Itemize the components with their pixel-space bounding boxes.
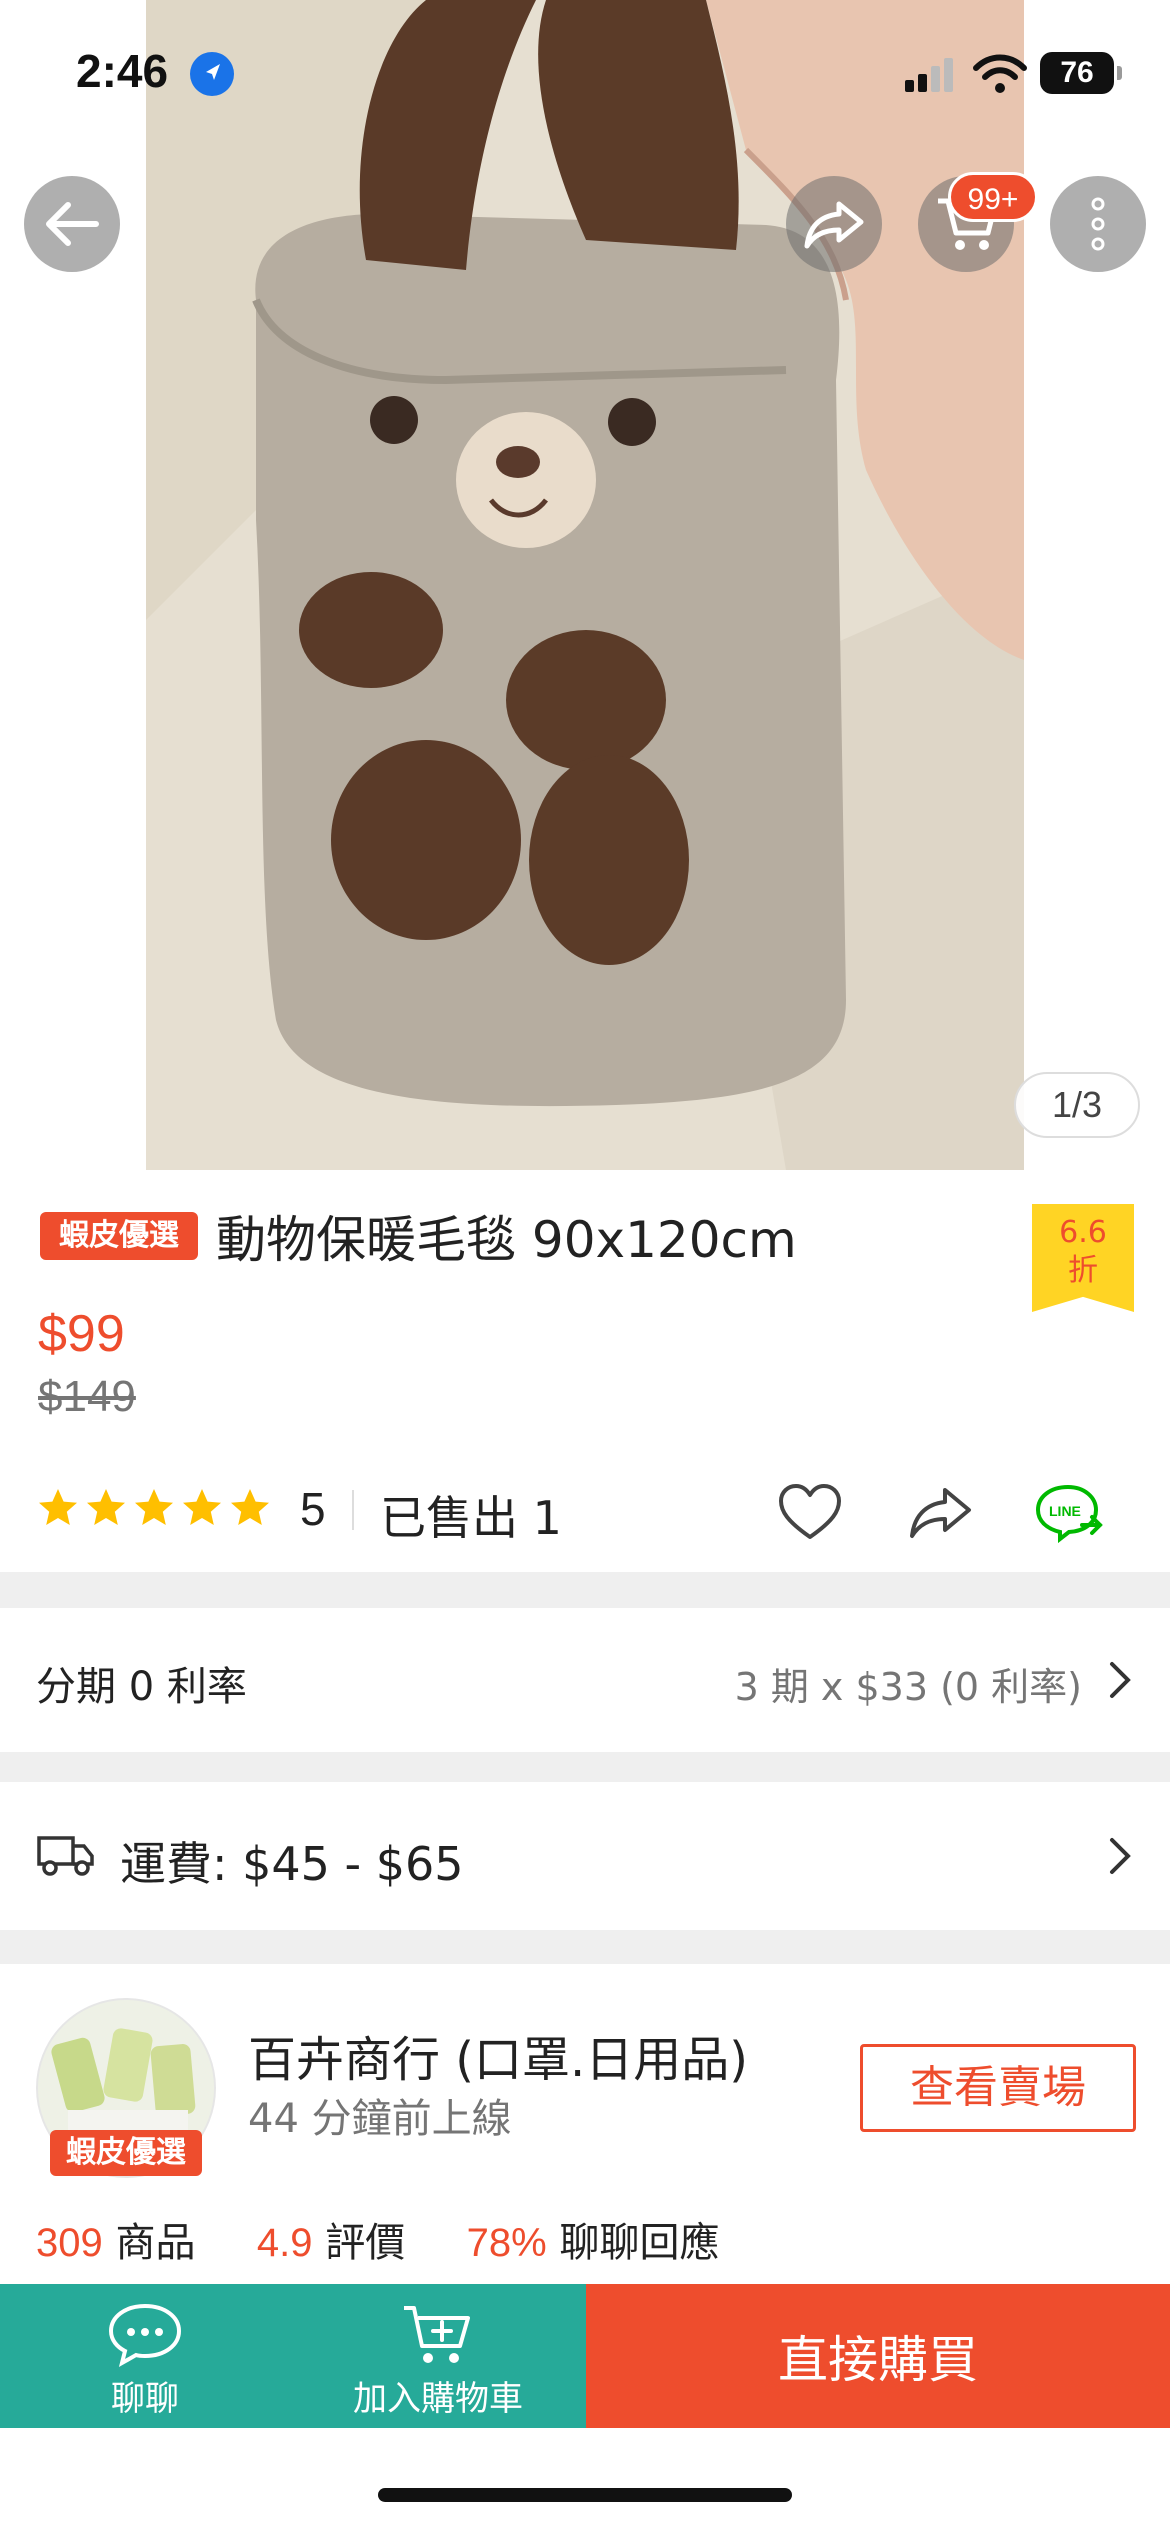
discount-unit: 折 bbox=[1068, 1253, 1098, 1288]
shop-products-label: 商品 bbox=[115, 2220, 196, 2266]
like-button[interactable] bbox=[774, 1478, 846, 1546]
star-icon bbox=[135, 1489, 173, 1525]
shop-name[interactable]: 百卉商行 (口罩.日用品) bbox=[248, 2020, 748, 2090]
shop-stats: 309 商品 4.9 評價 78% 聊聊回應 bbox=[36, 2210, 719, 2268]
star-icon bbox=[39, 1489, 77, 1525]
rating-stars bbox=[36, 1486, 272, 1530]
chevron-right-icon bbox=[1110, 1662, 1131, 1698]
product-photo bbox=[146, 0, 1024, 1170]
section-divider bbox=[0, 1930, 1170, 1964]
shop-rating-label: 評價 bbox=[325, 2220, 406, 2266]
add-to-cart-button[interactable]: 加入購物車 bbox=[290, 2284, 586, 2428]
rating-divider bbox=[352, 1490, 354, 1530]
back-button[interactable] bbox=[24, 176, 120, 272]
current-price: $99 bbox=[38, 1305, 125, 1363]
share-button[interactable] bbox=[786, 176, 882, 272]
line-share-icon: LINE bbox=[1035, 1484, 1103, 1543]
discount-value: 6.6 bbox=[1059, 1215, 1107, 1250]
installment-value: 3 期 x $33 (0 利率) bbox=[734, 1665, 1082, 1709]
sold-count: 已售出 1 bbox=[380, 1491, 562, 1545]
discount-tag: 6.6 折 bbox=[1032, 1204, 1134, 1312]
view-shop-button[interactable]: 查看賣場 bbox=[860, 2044, 1136, 2132]
add-to-cart-icon bbox=[404, 2306, 470, 2363]
buy-now-button[interactable]: 直接購買 bbox=[586, 2284, 1170, 2428]
shop-response-label: 聊聊回應 bbox=[559, 2220, 720, 2266]
installment-row[interactable]: 分期 0 利率 3 期 x $33 (0 利率) bbox=[0, 1608, 1170, 1752]
chat-bubble-icon bbox=[108, 2303, 182, 2368]
heart-icon bbox=[779, 1484, 841, 1539]
product-title: 動物保暖毛毯 90x120cm bbox=[216, 1211, 797, 1269]
original-price: $149 bbox=[38, 1372, 136, 1421]
chat-label: 聊聊 bbox=[111, 2379, 179, 2419]
share-product-button[interactable] bbox=[904, 1478, 976, 1546]
bottom-action-bar: 聊聊 加入購物車 直接購買 bbox=[0, 2284, 1170, 2428]
home-indicator[interactable] bbox=[378, 2488, 792, 2502]
status-time: 2:46 bbox=[76, 45, 169, 97]
shop-rating-value: 4.9 bbox=[256, 2221, 313, 2265]
signal-icon bbox=[905, 56, 957, 92]
shop-products-count: 309 bbox=[36, 2221, 103, 2265]
battery-icon: 76 bbox=[1040, 52, 1122, 94]
shop-last-online: 44 分鐘前上線 bbox=[248, 2096, 512, 2142]
section-divider bbox=[0, 1752, 1170, 1782]
star-icon bbox=[183, 1489, 221, 1525]
truck-icon bbox=[37, 1836, 94, 1876]
share-icon bbox=[910, 1488, 971, 1538]
shop-response-rate: 78% bbox=[466, 2221, 547, 2265]
cart-count-badge: 99+ bbox=[948, 172, 1038, 222]
wifi-icon bbox=[972, 52, 1028, 96]
location-arrow-icon bbox=[190, 52, 234, 96]
shipping-fee: 運費: $45 - $65 bbox=[120, 1837, 464, 1891]
preferred-badge: 蝦皮優選 bbox=[40, 1212, 198, 1260]
rating-value: 5 bbox=[300, 1483, 326, 1535]
shipping-row[interactable]: 運費: $45 - $65 bbox=[0, 1782, 1170, 1930]
share-icon bbox=[804, 201, 864, 249]
chat-button[interactable]: 聊聊 bbox=[0, 2284, 290, 2428]
star-icon bbox=[87, 1489, 125, 1525]
chevron-right-icon bbox=[1110, 1838, 1131, 1874]
line-share-button[interactable]: LINE bbox=[1034, 1478, 1106, 1546]
image-counter: 1/3 bbox=[1014, 1072, 1140, 1138]
shop-preferred-badge: 蝦皮優選 bbox=[50, 2130, 202, 2176]
installment-label: 分期 0 利率 bbox=[36, 1664, 247, 1710]
add-to-cart-label: 加入購物車 bbox=[353, 2379, 523, 2419]
back-arrow-icon bbox=[46, 202, 99, 246]
star-icon bbox=[231, 1489, 269, 1525]
more-options-button[interactable] bbox=[1050, 176, 1146, 272]
svg-text:LINE: LINE bbox=[1049, 1503, 1081, 1519]
section-divider bbox=[0, 1572, 1170, 1608]
more-vertical-icon bbox=[1091, 197, 1105, 251]
